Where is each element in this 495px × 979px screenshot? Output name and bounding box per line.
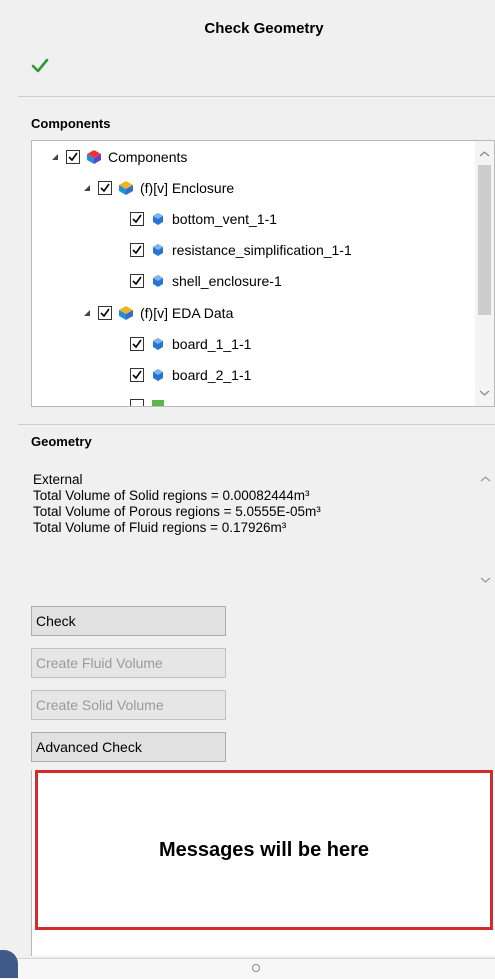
component-tree[interactable]: Components (f)[v] Enclosure bottom_vent_… [31,140,495,407]
tree-checkbox[interactable] [130,243,144,257]
tree-item-label: resistance_simplification_1-1 [172,242,352,258]
geometry-line: Total Volume of Porous regions = 5.0555E… [33,504,321,519]
tree-item-label: Components [108,149,188,165]
tree-item-label: (f)[v] Enclosure [140,180,235,196]
part-icon [153,213,163,225]
tree-item-partial[interactable] [130,394,172,406]
geometry-results: External Total Volume of Solid regions =… [31,464,495,594]
tree-checkbox[interactable] [98,306,112,320]
tree-item-label: (f)[v] EDA Data [140,305,234,321]
geometry-line: External [33,472,83,487]
tree-checkbox[interactable] [130,212,144,226]
tree-checkbox[interactable] [130,337,144,351]
tree-item-part[interactable]: resistance_simplification_1-1 [130,238,352,262]
scroll-down-arrow-icon[interactable] [479,387,490,398]
scroll-up-arrow-icon[interactable] [479,149,490,160]
tree-item-enclosure[interactable]: (f)[v] Enclosure [82,176,234,200]
green-part-icon [152,400,164,406]
part-icon [153,338,163,350]
messages-placeholder: Messages will be here [35,770,493,930]
tree-item-part[interactable]: shell_enclosure-1 [130,269,282,293]
part-icon [153,275,163,287]
tree-item-label: board_2_1-1 [172,367,252,383]
panel-title: Check Geometry [204,20,324,37]
scroll-down-arrow-icon[interactable] [480,574,491,585]
assembly-icon [87,150,101,164]
expand-arrow-icon[interactable] [82,183,92,193]
resize-grip-icon[interactable] [252,964,260,972]
divider [18,424,495,425]
tree-item-part[interactable]: bottom_vent_1-1 [130,207,277,231]
tree-checkbox[interactable] [130,399,144,406]
geometry-line: Total Volume of Solid regions = 0.000824… [33,488,310,503]
tree-item-label: shell_enclosure-1 [172,273,282,289]
subassembly-icon [119,181,133,195]
geometry-line: Total Volume of Fluid regions = 0.17926m… [33,520,287,535]
tree-checkbox[interactable] [66,150,80,164]
geometry-section-label: Geometry [31,434,92,449]
expand-arrow-icon[interactable] [50,152,60,162]
status-bar [0,958,495,979]
part-icon [153,369,163,381]
tree-checkbox[interactable] [130,274,144,288]
scroll-up-arrow-icon[interactable] [480,474,491,485]
divider [18,96,495,97]
tree-checkbox[interactable] [98,181,112,195]
tree-item-part[interactable]: board_2_1-1 [130,363,251,387]
advanced-check-button[interactable]: Advanced Check [31,732,226,762]
tree-item-components[interactable]: Components [50,145,187,169]
scrollbar-thumb[interactable] [478,165,491,315]
create-fluid-volume-button[interactable]: Create Fluid Volume [31,648,226,678]
subassembly-icon [119,306,133,320]
tree-item-part[interactable]: board_1_1-1 [130,332,251,356]
tree-item-label: bottom_vent_1-1 [172,211,278,227]
tree-item-label: board_1_1-1 [172,336,252,352]
create-solid-volume-button[interactable]: Create Solid Volume [31,690,226,720]
vertical-scrollbar[interactable] [475,141,494,406]
tree-checkbox[interactable] [130,368,144,382]
messages-panel: Messages will be here [31,770,495,956]
window-corner [0,950,18,978]
components-section-label: Components [31,116,111,131]
part-icon [153,244,163,256]
expand-arrow-icon[interactable] [82,308,92,318]
tree-item-eda-data[interactable]: (f)[v] EDA Data [82,301,233,325]
green-checkmark-icon[interactable] [30,56,50,76]
check-button[interactable]: Check [31,606,226,636]
